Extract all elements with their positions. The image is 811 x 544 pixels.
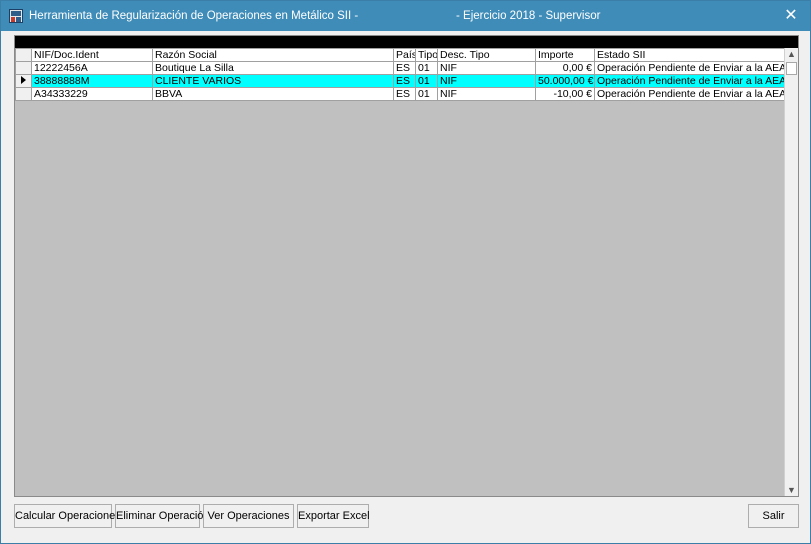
- operations-grid[interactable]: NIF/Doc.Ident Razón Social País Tipo Des…: [14, 35, 799, 497]
- app-logo-icon: [9, 9, 23, 23]
- scroll-thumb[interactable]: [786, 62, 797, 75]
- grid-header-bar: [15, 36, 798, 48]
- cell-nif[interactable]: 12222456A: [31, 61, 153, 75]
- vertical-scrollbar[interactable]: ▲ ▼: [784, 48, 798, 496]
- cell-estado-sii[interactable]: Operación Pendiente de Enviar a la AEAT: [594, 87, 786, 101]
- col-pais[interactable]: País: [393, 48, 416, 62]
- col-razon-social[interactable]: Razón Social: [152, 48, 394, 62]
- cell-pais[interactable]: ES: [393, 87, 416, 101]
- row-indicator-header: [15, 48, 32, 62]
- window-title: Herramienta de Regularización de Operaci…: [29, 10, 359, 22]
- col-estado-sii[interactable]: Estado SII: [594, 48, 786, 62]
- cell-desc-tipo[interactable]: NIF: [437, 61, 536, 75]
- main-window: Herramienta de Regularización de Operaci…: [0, 0, 811, 544]
- cell-razon-social[interactable]: BBVA: [152, 87, 394, 101]
- cell-importe[interactable]: 50.000,00 €: [535, 74, 595, 88]
- cell-nif[interactable]: A34333229: [31, 87, 153, 101]
- row-pointer-icon: [21, 75, 26, 84]
- cell-estado-sii[interactable]: Operación Pendiente de Enviar a la AEAT: [594, 74, 786, 88]
- table-row[interactable]: 12222456A Boutique La Silla ES 01 NIF 0,…: [15, 61, 786, 75]
- cell-pais[interactable]: ES: [393, 74, 416, 88]
- cell-tipo[interactable]: 01: [415, 74, 438, 88]
- salir-button[interactable]: Salir: [748, 504, 799, 528]
- table-row[interactable]: A34333229 BBVA ES 01 NIF -10,00 € Operac…: [15, 87, 786, 101]
- cell-desc-tipo[interactable]: NIF: [437, 74, 536, 88]
- cell-razon-social[interactable]: CLIENTE VARIOS: [152, 74, 394, 88]
- cell-razon-social[interactable]: Boutique La Silla: [152, 61, 394, 75]
- window-subtitle: - Ejercicio 2018 - Supervisor: [456, 10, 601, 22]
- col-importe[interactable]: Importe: [535, 48, 595, 62]
- row-indicator[interactable]: [15, 61, 32, 75]
- cell-tipo[interactable]: 01: [415, 87, 438, 101]
- ver-operaciones-button[interactable]: Ver Operaciones: [203, 504, 294, 528]
- title-bar[interactable]: Herramienta de Regularización de Operaci…: [1, 1, 810, 31]
- cell-importe[interactable]: -10,00 €: [535, 87, 595, 101]
- cell-estado-sii[interactable]: Operación Pendiente de Enviar a la AEAT: [594, 61, 786, 75]
- cell-pais[interactable]: ES: [393, 61, 416, 75]
- scroll-down-arrow-icon[interactable]: ▼: [785, 484, 798, 496]
- cell-nif[interactable]: 38888888M: [31, 74, 153, 88]
- cell-desc-tipo[interactable]: NIF: [437, 87, 536, 101]
- calcular-operaciones-button[interactable]: Calcular Operaciones: [14, 504, 121, 528]
- header-row: NIF/Doc.Ident Razón Social País Tipo Des…: [15, 48, 786, 62]
- col-tipo[interactable]: Tipo: [415, 48, 438, 62]
- table-row-selected[interactable]: 38888888M CLIENTE VARIOS ES 01 NIF 50.00…: [15, 74, 786, 88]
- row-indicator[interactable]: [15, 74, 32, 88]
- col-desc-tipo[interactable]: Desc. Tipo: [437, 48, 536, 62]
- cell-importe[interactable]: 0,00 €: [535, 61, 595, 75]
- close-icon[interactable]: ✕: [772, 1, 810, 31]
- operations-table: NIF/Doc.Ident Razón Social País Tipo Des…: [15, 48, 786, 101]
- exportar-excel-button[interactable]: Exportar Excel: [297, 504, 370, 528]
- eliminar-operacion-button[interactable]: Eliminar Operación: [115, 504, 210, 528]
- row-indicator[interactable]: [15, 87, 32, 101]
- col-nif[interactable]: NIF/Doc.Ident: [31, 48, 153, 62]
- cell-tipo[interactable]: 01: [415, 61, 438, 75]
- scroll-up-arrow-icon[interactable]: ▲: [785, 48, 798, 60]
